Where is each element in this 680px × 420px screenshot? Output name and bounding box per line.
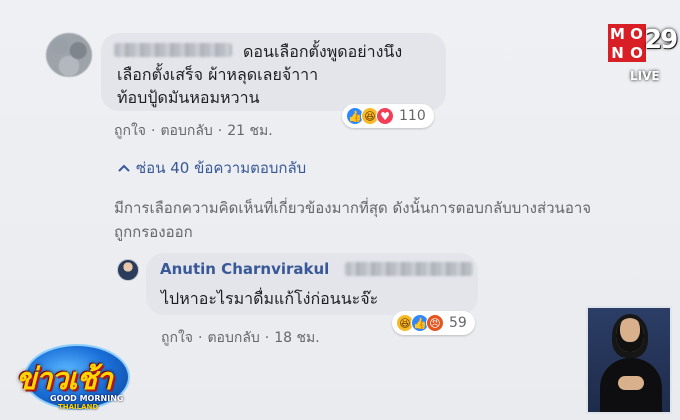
channel-number: 29 (644, 25, 678, 55)
blurred-tagged-name[interactable] (345, 262, 473, 276)
comment-text-line-2: เลือกตั้งเสร็จ ผ้าหลุดเลยจ้าาา (117, 65, 319, 84)
show-subtitle: GOOD MORNING (50, 394, 124, 403)
like-link[interactable]: ถูกใจ (114, 123, 146, 139)
reply-author-avatar[interactable] (117, 259, 139, 281)
sign-language-interpreter (586, 306, 672, 414)
reaction-count: 59 (449, 315, 467, 331)
logo-letter-m: M (608, 24, 627, 43)
show-subtitle-2: THAILAND (58, 403, 99, 411)
hide-replies-label: ซ่อน 40 ข้อความตอบกลับ (136, 159, 307, 177)
reply-reactions[interactable]: 😆 👍 😠 59 (392, 311, 475, 335)
reply-actions: ถูกใจ · ตอบกลับ · 18 ชม. (161, 330, 320, 346)
interpreter-face (616, 318, 644, 352)
reply-author-name[interactable]: Anutin Charnvirakul (160, 260, 329, 278)
comment-text-line-3: ท้อบปู้ดมันหอมหวาน (117, 88, 260, 107)
comment-time[interactable]: 21 ชม. (227, 123, 272, 139)
filter-notice: มีการเลือกความคิดเห็นที่เกี่ยวข้องมากที่… (114, 199, 592, 241)
reply-link[interactable]: ตอบกลับ (207, 330, 259, 346)
blurred-commenter-name[interactable] (114, 43, 232, 57)
reaction-count: 110 (399, 108, 426, 124)
chevron-up-icon (118, 158, 130, 176)
love-reaction-icon: ♥ (376, 107, 394, 125)
comment-reactions[interactable]: 👍 😆 ♥ 110 (342, 104, 434, 128)
comment-actions: ถูกใจ · ตอบกลับ · 21 ชม. (114, 123, 273, 139)
show-logo: ข่าวเช้า GOOD MORNING THAILAND (6, 342, 140, 416)
live-badge: LIVE (630, 69, 660, 83)
logo-letter-n: N (608, 43, 627, 62)
angry-reaction-icon: 😠 (426, 314, 444, 332)
reply-time[interactable]: 18 ชม. (274, 330, 319, 346)
like-link[interactable]: ถูกใจ (161, 330, 193, 346)
interpreter-hands (618, 376, 644, 390)
comment-text-line-1: ดอนเลือกตั้งพูดอย่างนึง (243, 42, 403, 61)
reply-link[interactable]: ตอบกลับ (160, 123, 212, 139)
hide-replies-link[interactable]: ซ่อน 40 ข้อความตอบกลับ (118, 156, 306, 180)
commenter-avatar[interactable] (46, 33, 92, 77)
reply-text: ไปหาอะไรมาดื่มแก้โง่ก่อนนะจ๊ะ (161, 289, 379, 308)
